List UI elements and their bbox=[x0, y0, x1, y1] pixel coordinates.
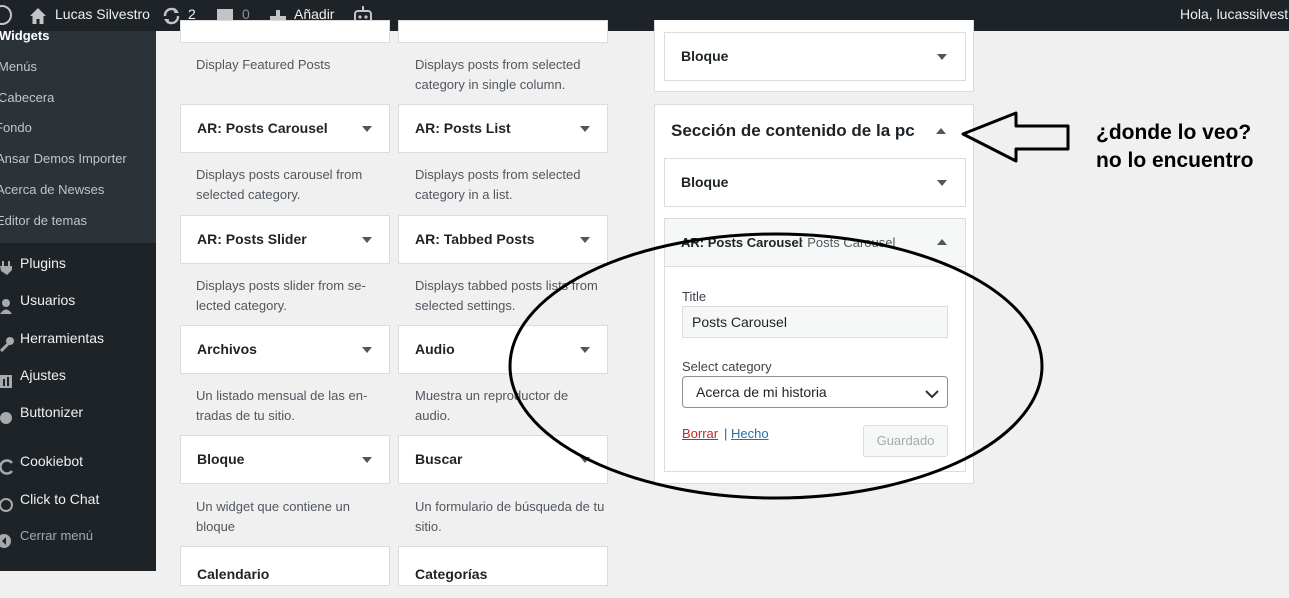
highlight-ellipse bbox=[508, 232, 1044, 500]
pointer-arrow-icon bbox=[961, 111, 1070, 163]
annotation-line-1: ¿donde lo veo? bbox=[1096, 121, 1252, 144]
annotation-overlay bbox=[508, 111, 1070, 500]
annotation-text: ¿donde lo veo? no lo encuentro bbox=[1096, 119, 1254, 175]
annotation-line-2: no lo encuentro bbox=[1096, 149, 1254, 172]
